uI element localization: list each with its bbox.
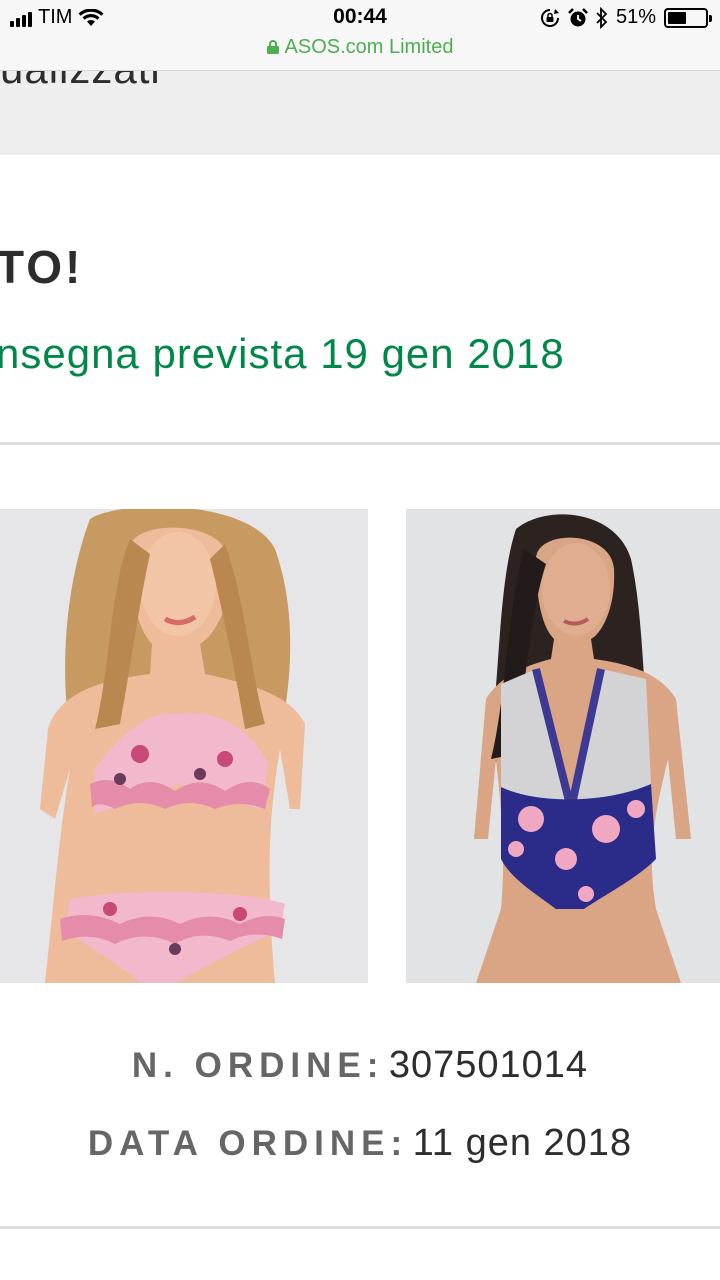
header-band: ualizzati	[0, 71, 720, 155]
site-name: ASOS.com Limited	[284, 36, 454, 58]
status-right: 51%	[540, 6, 712, 29]
lock-icon	[266, 40, 279, 54]
product-image-bikini[interactable]	[0, 509, 368, 983]
product-image-swimsuit[interactable]	[406, 509, 720, 983]
alarm-icon	[568, 7, 588, 26]
divider	[0, 442, 720, 445]
order-number-row: N. ORDINE: 307501014	[0, 1044, 720, 1087]
order-date-label: DATA ORDINE:	[87, 1124, 409, 1163]
battery-percent: 51%	[615, 6, 656, 28]
address-bar[interactable]: ASOS.com Limited	[0, 36, 720, 59]
delivery-date: nsegna prevista 19 gen 2018	[0, 330, 565, 377]
order-number-label: N. ORDINE:	[131, 1046, 385, 1085]
rotation-lock-icon	[541, 8, 559, 27]
battery-icon	[664, 7, 712, 28]
confirmation-title: TO!	[0, 241, 84, 293]
header-partial-text: ualizzati	[0, 71, 161, 93]
order-number-value: 307501014	[388, 1044, 589, 1086]
order-date-row: DATA ORDINE: 11 gen 2018	[0, 1122, 720, 1165]
swimsuit-photo	[406, 509, 720, 983]
divider-bottom	[0, 1226, 720, 1229]
bluetooth-icon	[596, 6, 608, 29]
status-bar: TIM 00:44 ASOS.com Limited 51%	[0, 0, 720, 71]
bikini-photo	[0, 509, 368, 983]
order-date-value: 11 gen 2018	[412, 1122, 633, 1164]
